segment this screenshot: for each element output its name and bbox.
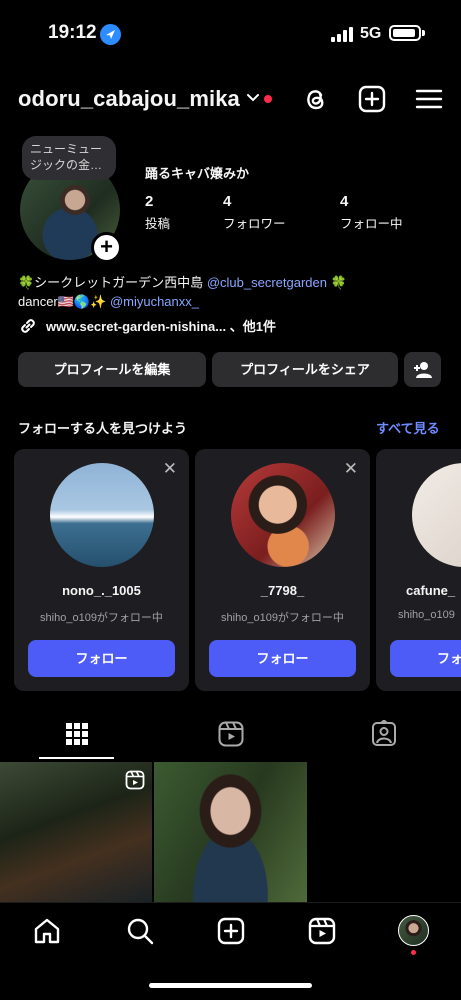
suggestion-context: shiho_o109 xyxy=(398,609,455,621)
reel-badge-icon xyxy=(125,770,145,790)
location-arrow-icon xyxy=(100,24,121,45)
reels-nav-icon[interactable] xyxy=(307,916,337,946)
home-icon[interactable] xyxy=(32,916,62,946)
menu-icon[interactable] xyxy=(414,84,444,114)
suggestion-context: shiho_o109がフォロー中 xyxy=(221,612,344,624)
suggestion-avatar[interactable] xyxy=(50,463,154,567)
suggestion-context: shiho_o109がフォロー中 xyxy=(40,612,163,624)
share-profile-button[interactable]: プロフィールをシェア xyxy=(212,352,398,387)
dismiss-icon[interactable]: ✕ xyxy=(163,459,177,479)
bio-mention-club[interactable]: @club_secretgarden xyxy=(207,275,327,290)
bio-text: 🍀シークレットガーデン西中島 xyxy=(18,275,204,290)
dismiss-icon[interactable]: ✕ xyxy=(344,459,358,479)
edit-profile-button[interactable]: プロフィールを編集 xyxy=(18,352,206,387)
follow-button[interactable]: フォ xyxy=(390,640,461,677)
posts-count[interactable]: 2 xyxy=(145,193,153,210)
see-all-link[interactable]: すべて見る xyxy=(376,418,440,437)
suggestion-card[interactable]: ✕ nono_._1005 shiho_o109がフォロー中 フォロー xyxy=(14,449,189,691)
discover-people-button[interactable] xyxy=(404,352,441,387)
bio-line-2: dancer🇺🇸🌎✨ @miyuchanxx_ xyxy=(18,293,199,311)
suggestion-username[interactable]: _7798_ xyxy=(195,583,370,598)
reels-icon[interactable] xyxy=(217,720,245,748)
posts-label[interactable]: 投稿 xyxy=(145,213,170,232)
grid-icon[interactable] xyxy=(63,720,91,748)
bio-text: dancer🇺🇸🌎✨ xyxy=(18,294,107,309)
suggestion-card[interactable]: cafune_ shiho_o109 フォ xyxy=(376,449,461,691)
following-count[interactable]: 4 xyxy=(340,193,348,210)
suggestion-username[interactable]: nono_._1005 xyxy=(14,583,189,598)
create-post-icon[interactable] xyxy=(357,84,387,114)
follow-button[interactable]: フォロー xyxy=(28,640,175,677)
notification-dot xyxy=(264,95,272,103)
cellular-signal-icon xyxy=(331,26,353,42)
account-username-switcher[interactable]: odoru_cabajou_mika xyxy=(18,86,240,112)
bio-line-1: 🍀シークレットガーデン西中島 @club_secretgarden 🍀 xyxy=(18,274,347,292)
search-icon[interactable] xyxy=(125,916,155,946)
followers-count[interactable]: 4 xyxy=(223,193,231,210)
followers-label[interactable]: フォロワー xyxy=(223,213,286,232)
note-line-1: ニューミュー xyxy=(30,142,103,156)
link-icon xyxy=(21,319,35,333)
note-line-2: ジックの金… xyxy=(30,158,103,172)
status-bar: 19:12 5G xyxy=(0,0,461,64)
home-indicator xyxy=(149,983,312,988)
note-bubble[interactable]: ニューミュー ジックの金… xyxy=(22,136,116,180)
suggestion-avatar[interactable] xyxy=(231,463,335,567)
bio-link-text: www.secret-garden-nishina... 、他1件 xyxy=(46,319,276,334)
follow-button[interactable]: フォロー xyxy=(209,640,356,677)
bio-mention-user[interactable]: @miyuchanxx_ xyxy=(110,294,199,309)
profile-tab-avatar[interactable] xyxy=(398,915,429,946)
bio-link[interactable]: www.secret-garden-nishina... 、他1件 xyxy=(18,316,276,336)
suggestions-title: フォローする人を見つけよう xyxy=(18,421,188,436)
suggestion-card[interactable]: ✕ _7798_ shiho_o109がフォロー中 フォロー xyxy=(195,449,370,691)
tagged-icon[interactable] xyxy=(370,720,398,748)
create-icon[interactable] xyxy=(216,916,246,946)
add-person-icon xyxy=(413,361,432,378)
battery-icon xyxy=(389,25,421,41)
status-time: 19:12 xyxy=(48,22,97,43)
suggestion-avatar[interactable] xyxy=(412,463,461,567)
chevron-down-icon[interactable] xyxy=(246,93,260,103)
display-name: 踊るキャバ嬢みか xyxy=(145,166,250,181)
bio-clover: 🍀 xyxy=(330,275,347,290)
battery-tip xyxy=(422,30,425,36)
post-thumbnail[interactable] xyxy=(154,762,307,902)
add-story-icon[interactable]: + xyxy=(91,232,122,263)
threads-icon[interactable] xyxy=(300,84,330,114)
active-tab-indicator xyxy=(39,757,114,759)
following-label[interactable]: フォロー中 xyxy=(340,213,403,232)
notification-dot xyxy=(411,950,416,955)
network-type: 5G xyxy=(360,25,382,42)
suggestion-username[interactable]: cafune_ xyxy=(406,583,455,598)
